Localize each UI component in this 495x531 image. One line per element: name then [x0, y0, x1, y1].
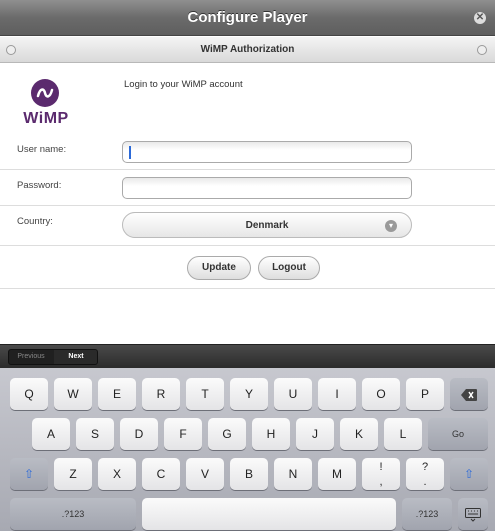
- numbers-key-right[interactable]: .?123: [402, 498, 452, 530]
- close-icon[interactable]: ✕: [474, 12, 486, 24]
- prev-next-control: Previous Next: [8, 349, 98, 365]
- key-w[interactable]: W: [54, 378, 92, 410]
- key-z[interactable]: Z: [54, 458, 92, 490]
- keyboard-nav-bar: Previous Next: [0, 344, 495, 368]
- key-question-period[interactable]: ? .: [406, 458, 444, 490]
- wimp-logo-word: WiMP: [23, 110, 69, 127]
- country-row: Country: Denmark ▾: [0, 206, 495, 246]
- key-o[interactable]: O: [362, 378, 400, 410]
- key-k[interactable]: K: [340, 418, 378, 450]
- key-q[interactable]: Q: [10, 378, 48, 410]
- key-n[interactable]: N: [274, 458, 312, 490]
- wimp-logo: WiMP: [16, 78, 76, 134]
- key-exclamation-comma[interactable]: ! ,: [362, 458, 400, 490]
- divider: [0, 288, 495, 289]
- update-button[interactable]: Update: [187, 256, 251, 280]
- keyboard-hide-icon[interactable]: [458, 498, 488, 530]
- key-p[interactable]: P: [406, 378, 444, 410]
- key-e[interactable]: E: [98, 378, 136, 410]
- key-c[interactable]: C: [142, 458, 180, 490]
- key-a[interactable]: A: [32, 418, 70, 450]
- go-key[interactable]: Go: [428, 418, 488, 450]
- key-r[interactable]: R: [142, 378, 180, 410]
- key-f[interactable]: F: [164, 418, 202, 450]
- key-y[interactable]: Y: [230, 378, 268, 410]
- password-row: Password:: [0, 170, 495, 206]
- previous-button[interactable]: Previous: [9, 350, 53, 364]
- options-circle-icon[interactable]: [477, 45, 487, 55]
- chevron-down-icon: ▾: [385, 220, 397, 232]
- sub-header-title: WiMP Authorization: [200, 44, 295, 55]
- country-label: Country:: [17, 216, 53, 227]
- key-exclamation: !: [379, 461, 383, 473]
- logout-button[interactable]: Logout: [258, 256, 320, 280]
- country-select[interactable]: Denmark ▾: [122, 212, 412, 238]
- keyboard-glyph: [465, 507, 481, 522]
- backspace-glyph: [461, 388, 477, 401]
- sub-header: WiMP Authorization: [0, 37, 495, 63]
- shift-icon[interactable]: ⇧: [10, 458, 48, 490]
- key-d[interactable]: D: [120, 418, 158, 450]
- next-button[interactable]: Next: [54, 350, 97, 364]
- text-caret: [129, 146, 131, 159]
- authorization-form: WiMP Login to your WiMP account User nam…: [0, 64, 495, 344]
- password-label: Password:: [17, 180, 62, 191]
- key-comma: ,: [379, 476, 383, 488]
- key-h[interactable]: H: [252, 418, 290, 450]
- username-field[interactable]: [122, 141, 412, 163]
- key-i[interactable]: I: [318, 378, 356, 410]
- password-field[interactable]: [122, 177, 412, 199]
- key-b[interactable]: B: [230, 458, 268, 490]
- key-u[interactable]: U: [274, 378, 312, 410]
- key-j[interactable]: J: [296, 418, 334, 450]
- wimp-logo-mark: [31, 79, 59, 107]
- key-x[interactable]: X: [98, 458, 136, 490]
- space-bar[interactable]: [142, 498, 396, 530]
- numbers-key-left[interactable]: .?123: [10, 498, 136, 530]
- username-row: User name:: [0, 134, 495, 170]
- key-s[interactable]: S: [76, 418, 114, 450]
- login-intro-text: Login to your WiMP account: [124, 79, 243, 90]
- window-title: Configure Player: [187, 9, 308, 26]
- key-period: .: [423, 476, 427, 488]
- key-l[interactable]: L: [384, 418, 422, 450]
- key-g[interactable]: G: [208, 418, 246, 450]
- configure-player-window: Configure Player ✕ WiMP Authorization Wi…: [0, 0, 495, 531]
- key-question: ?: [421, 461, 429, 473]
- country-selected-value: Denmark: [245, 220, 289, 231]
- key-v[interactable]: V: [186, 458, 224, 490]
- onscreen-keyboard: Q W E R T Y U I O P A S D F G H J K L Go…: [0, 368, 495, 531]
- key-m[interactable]: M: [318, 458, 356, 490]
- shift-right-icon[interactable]: ⇧: [450, 458, 488, 490]
- key-t[interactable]: T: [186, 378, 224, 410]
- backspace-icon[interactable]: [450, 378, 488, 410]
- title-bar: Configure Player ✕: [0, 0, 495, 36]
- username-label: User name:: [17, 144, 67, 155]
